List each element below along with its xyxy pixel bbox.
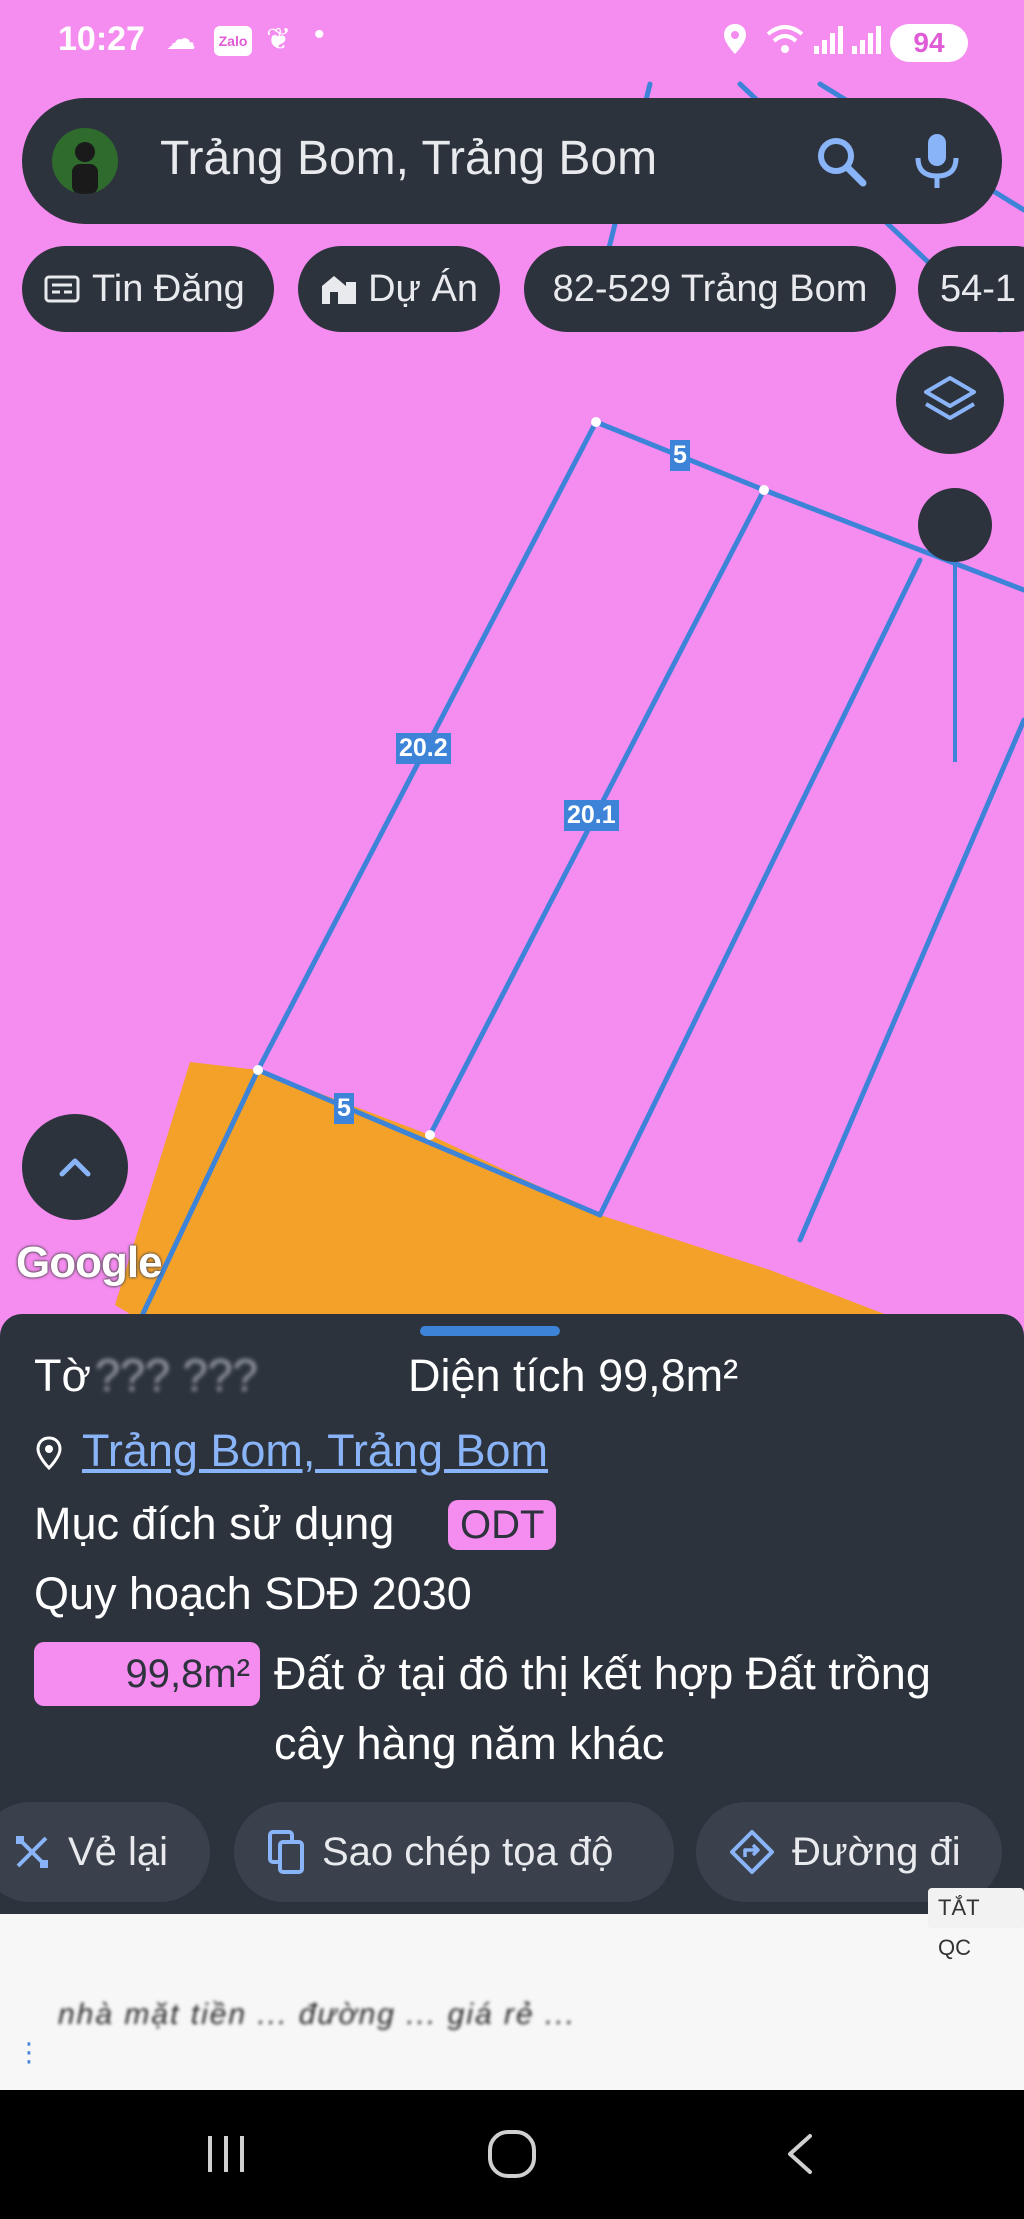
expand-up-button[interactable] bbox=[22, 1114, 128, 1220]
google-attribution: Google bbox=[16, 1238, 163, 1287]
parcel-title-prefix: Tờ bbox=[34, 1350, 91, 1401]
chip-label: 82-529 Trảng Bom bbox=[552, 267, 868, 310]
cloud-icon: ☁ bbox=[166, 23, 196, 56]
opacity-slider-track[interactable] bbox=[953, 556, 957, 762]
copy-icon bbox=[268, 1830, 304, 1874]
parcel-area: Diện tích 99,8m² bbox=[408, 1350, 739, 1401]
recents-icon[interactable] bbox=[202, 2132, 252, 2176]
newspaper-icon bbox=[44, 275, 80, 303]
chip-parcel-82-529[interactable]: 82-529 Trảng Bom bbox=[524, 246, 896, 332]
dot-icon: • bbox=[314, 18, 325, 51]
back-icon[interactable] bbox=[780, 2130, 820, 2178]
sheet-drag-handle[interactable] bbox=[420, 1326, 560, 1336]
directions-label: Đường đi bbox=[792, 1829, 961, 1874]
home-icon[interactable] bbox=[486, 2128, 538, 2180]
plan-description-line1: Đất ở tại đô thị kết hợp Đất trồng bbox=[274, 1648, 931, 1699]
signal-icon-2 bbox=[852, 26, 881, 54]
chip-du-an[interactable]: Dự Án bbox=[298, 246, 500, 332]
purpose-code-badge: ODT bbox=[448, 1500, 557, 1550]
ad-close-button[interactable]: TẮT QC bbox=[928, 1888, 1024, 1960]
layers-button[interactable] bbox=[896, 346, 1004, 454]
redraw-button[interactable]: Vẻ lại bbox=[0, 1802, 210, 1902]
boundary-length-label: 20.2 bbox=[396, 733, 451, 764]
location-icon bbox=[724, 24, 746, 54]
ad-text[interactable]: nhà mặt tiền ... đường ... giá rẻ ... bbox=[58, 1998, 576, 2032]
opacity-slider-handle[interactable] bbox=[918, 488, 992, 562]
copy-coordinates-button[interactable]: Sao chép tọa độ bbox=[234, 1802, 674, 1902]
address-link[interactable]: Trảng Bom, Trảng Bom bbox=[82, 1425, 548, 1477]
search-input[interactable]: Trảng Bom, Trảng Bom bbox=[160, 131, 657, 186]
directions-icon bbox=[730, 1830, 774, 1874]
chip-label: Tin Đăng bbox=[92, 267, 245, 310]
wifi-icon bbox=[766, 25, 804, 53]
redraw-label: Vẻ lại bbox=[68, 1829, 169, 1874]
status-time: 10:27 bbox=[58, 20, 145, 58]
leaf-icon: ❦ bbox=[266, 23, 292, 56]
planning-label: Quy hoạch SDĐ 2030 bbox=[34, 1568, 472, 1619]
chevron-up-icon bbox=[59, 1158, 91, 1177]
avatar[interactable] bbox=[52, 128, 118, 194]
building-icon bbox=[322, 276, 356, 304]
search-icon[interactable] bbox=[808, 128, 874, 194]
chip-tin-dang[interactable]: Tin Đăng bbox=[22, 246, 274, 332]
zalo-icon: Zalo bbox=[214, 26, 252, 56]
chip-label: 54-1 bbox=[940, 267, 1017, 310]
battery-icon: 94 bbox=[890, 24, 968, 62]
chip-label: Dự Án bbox=[368, 267, 478, 310]
copy-coordinates-label: Sao chép tọa độ bbox=[322, 1829, 614, 1874]
ad-menu-icon[interactable]: ⋮ bbox=[16, 2039, 42, 2065]
parcel-number-obscured: ??? ??? bbox=[95, 1350, 258, 1401]
purpose-label: Mục đích sử dụng bbox=[34, 1498, 395, 1549]
signal-icon bbox=[814, 26, 843, 54]
location-pin-icon bbox=[36, 1436, 62, 1470]
plan-description-line2: cây hàng năm khác bbox=[274, 1718, 665, 1769]
plan-area-chip: 99,8m² bbox=[34, 1642, 260, 1706]
boundary-length-label: 20.1 bbox=[564, 800, 619, 831]
chip-parcel-54[interactable]: 54-1 bbox=[918, 246, 1024, 332]
mic-icon[interactable] bbox=[904, 128, 970, 194]
redraw-icon bbox=[16, 1836, 48, 1868]
boundary-length-label: 5 bbox=[670, 440, 690, 471]
directions-button[interactable]: Đường đi bbox=[696, 1802, 1002, 1902]
boundary-length-label: 5 bbox=[334, 1093, 354, 1124]
parcel-title: Tờ??? ??? bbox=[34, 1350, 258, 1402]
layers-icon bbox=[924, 376, 976, 420]
